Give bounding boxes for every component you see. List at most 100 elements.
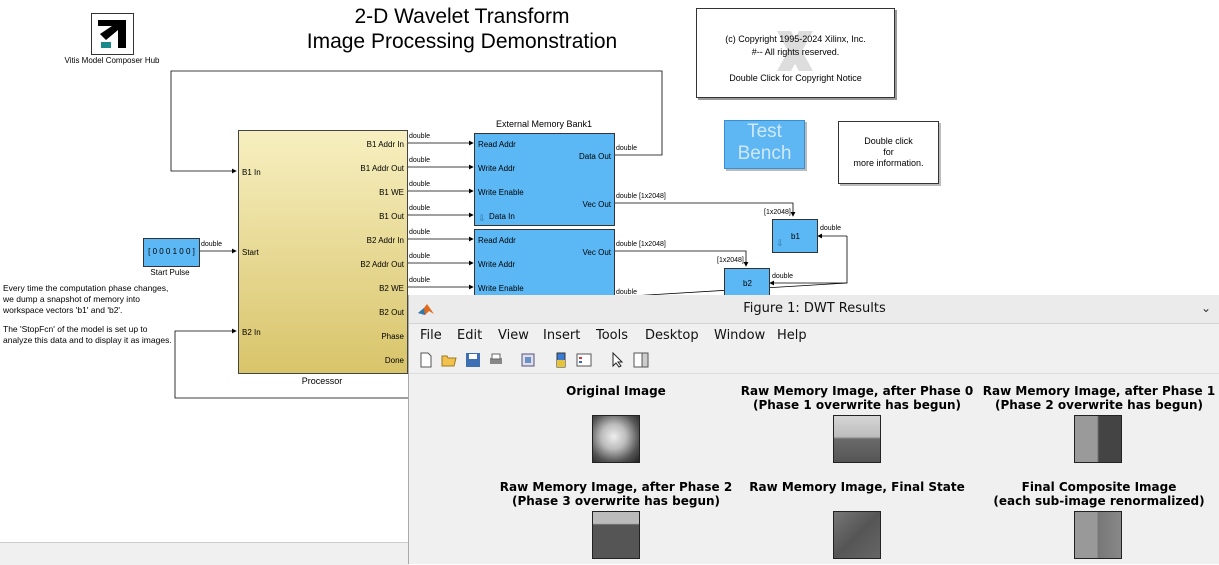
axes-title-line: (Phase 1 overwrite has begun) — [752, 398, 962, 412]
memory-bank-1[interactable]: Read Addr Write Addr Write Enable Data I… — [474, 133, 615, 226]
menu-tools[interactable]: Tools — [596, 328, 628, 343]
start-pulse-label: Start Pulse — [150, 268, 190, 277]
mem1-write-enable: Write Enable — [478, 188, 524, 197]
new-figure-icon[interactable] — [418, 352, 434, 368]
link-plot-icon[interactable] — [520, 352, 536, 368]
port-b1-addr-in: B1 Addr In — [366, 140, 404, 149]
info-line-2: for — [883, 147, 894, 157]
menu-desktop[interactable]: Desktop — [645, 328, 699, 343]
copyright-line-3: Double Click for Copyright Notice — [729, 73, 862, 83]
note-paragraph-1: Every time the computation phase changes… — [3, 283, 169, 315]
image-phase1[interactable] — [1074, 415, 1122, 463]
signal-label: double — [820, 225, 842, 232]
axes-title-final-state: Raw Memory Image, Final State — [737, 480, 977, 494]
port-b1-we: B1 WE — [379, 188, 404, 197]
mem2-read-addr: Read Addr — [478, 236, 516, 245]
processor-label: Processor — [301, 376, 343, 386]
port-done: Done — [384, 356, 404, 365]
mem2-vec-out: Vec Out — [582, 248, 611, 257]
axes-title-composite: Final Composite Image (each sub-image re… — [979, 480, 1219, 508]
signal-label: double — [409, 133, 431, 140]
sink-b2-block[interactable]: b2 — [724, 268, 770, 298]
figure-title: Figure 1: DWT Results — [743, 301, 886, 316]
testbench-line-1: Test — [747, 121, 782, 142]
title-line-2: Image Processing Demonstration — [306, 30, 618, 53]
port-b2-addr-out: B2 Addr Out — [360, 260, 404, 269]
sink-b1-label: b1 — [791, 232, 800, 241]
axes-title-line: Final Composite Image — [1021, 480, 1177, 494]
image-phase2[interactable] — [592, 511, 640, 559]
port-b1-addr-out: B1 Addr Out — [360, 164, 404, 173]
colorbar-icon[interactable] — [553, 352, 569, 368]
menu-view[interactable]: View — [498, 328, 529, 343]
menu-help[interactable]: Help — [777, 328, 807, 343]
status-bar — [0, 542, 410, 565]
port-b1-in: B1 In — [242, 168, 261, 177]
image-composite[interactable] — [1074, 511, 1122, 559]
signal-label: double — [409, 157, 431, 164]
copyright-line-2: #-- All rights reserved. — [751, 47, 840, 57]
signal-label: double — [409, 229, 431, 236]
axes-title-line: Original Image — [566, 384, 666, 398]
copyright-block[interactable]: (c) Copyright 1995-2024 Xilinx, Inc. #--… — [696, 8, 895, 98]
property-editor-icon[interactable] — [633, 352, 649, 368]
testbench-line-2: Bench — [737, 143, 792, 164]
axes-title-phase2: Raw Memory Image, after Phase 2 (Phase 3… — [496, 480, 736, 508]
axes-title-line: Raw Memory Image, Final State — [749, 480, 965, 494]
menu-file[interactable]: File — [420, 328, 442, 343]
mem1-data-out: Data Out — [578, 152, 611, 161]
chevron-down-icon[interactable]: ⌄ — [1201, 301, 1211, 315]
image-phase0[interactable] — [833, 415, 881, 463]
hub-label: Vitis Model Composer Hub — [64, 56, 160, 65]
menu-insert[interactable]: Insert — [543, 328, 580, 343]
memory-bank-2[interactable]: Read Addr Write Addr Write Enable Vec Ou… — [474, 229, 615, 301]
signal-label: [1x2048] — [764, 209, 791, 216]
mem2-write-addr: Write Addr — [478, 260, 516, 269]
processor-block[interactable]: B1 In Start B2 In B1 Addr In B1 Addr Out… — [238, 130, 408, 374]
port-start: Start — [242, 248, 259, 257]
mem2-write-enable: Write Enable — [478, 284, 524, 293]
hub-logo-icon — [98, 20, 126, 48]
axes-title-line: Raw Memory Image, after Phase 1 — [982, 384, 1216, 398]
mem1-write-addr: Write Addr — [478, 164, 516, 173]
mem1-vec-out: Vec Out — [582, 200, 611, 209]
axes-title-line: (Phase 2 overwrite has begun) — [994, 398, 1204, 412]
port-b2-we: B2 WE — [379, 284, 404, 293]
vitis-hub-block[interactable] — [91, 13, 134, 55]
legend-icon[interactable] — [576, 352, 592, 368]
pointer-icon[interactable] — [610, 352, 626, 368]
mem1-read-addr: Read Addr — [478, 140, 516, 149]
print-icon[interactable] — [488, 352, 504, 368]
figure-titlebar[interactable]: Figure 1: DWT Results ⌄ — [409, 295, 1219, 324]
port-phase: Phase — [381, 332, 404, 341]
sink-b1-block[interactable]: b1 ⇩ — [772, 219, 818, 253]
signal-label: double — [409, 253, 431, 260]
axes-title-line: (Phase 3 overwrite has begun) — [511, 494, 721, 508]
axes-title-line: Raw Memory Image, after Phase 2 — [499, 480, 733, 494]
signal-label: double [1x2048] — [616, 241, 666, 248]
info-block[interactable]: Double click for more information. — [838, 121, 939, 184]
save-icon[interactable] — [465, 352, 481, 368]
port-b2-out: B2 Out — [379, 308, 404, 317]
figure-toolbar — [409, 347, 1219, 374]
annotation-note: Every time the computation phase changes… — [3, 283, 173, 346]
port-b2-in: B2 In — [242, 328, 261, 337]
figure-menubar: File Edit View Insert Tools Desktop Wind… — [409, 324, 1219, 346]
axes-title-phase0: Raw Memory Image, after Phase 0 (Phase 1… — [737, 384, 977, 412]
signal-label: double — [409, 181, 431, 188]
menu-window[interactable]: Window — [714, 328, 765, 343]
axes-title-line: (each sub-image renormalized) — [993, 494, 1205, 508]
axes-title-phase1: Raw Memory Image, after Phase 1 (Phase 2… — [979, 384, 1219, 412]
open-file-icon[interactable] — [441, 352, 457, 368]
testbench-block[interactable]: Test Bench — [724, 120, 805, 169]
port-b2-addr-in: B2 Addr In — [366, 236, 404, 245]
start-pulse-block[interactable]: [ 0 0 0 1 0 0 ] — [143, 238, 200, 267]
down-arrow-icon: ⇩ — [478, 213, 486, 223]
menu-edit[interactable]: Edit — [457, 328, 482, 343]
sink-b2-label: b2 — [743, 279, 752, 288]
image-original[interactable] — [592, 415, 640, 463]
image-final-state[interactable] — [833, 511, 881, 559]
figure-window[interactable]: Figure 1: DWT Results ⌄ File Edit View I… — [408, 295, 1219, 564]
model-title: 2-D Wavelet Transform Image Processing D… — [262, 4, 662, 54]
signal-label: double — [616, 145, 638, 152]
